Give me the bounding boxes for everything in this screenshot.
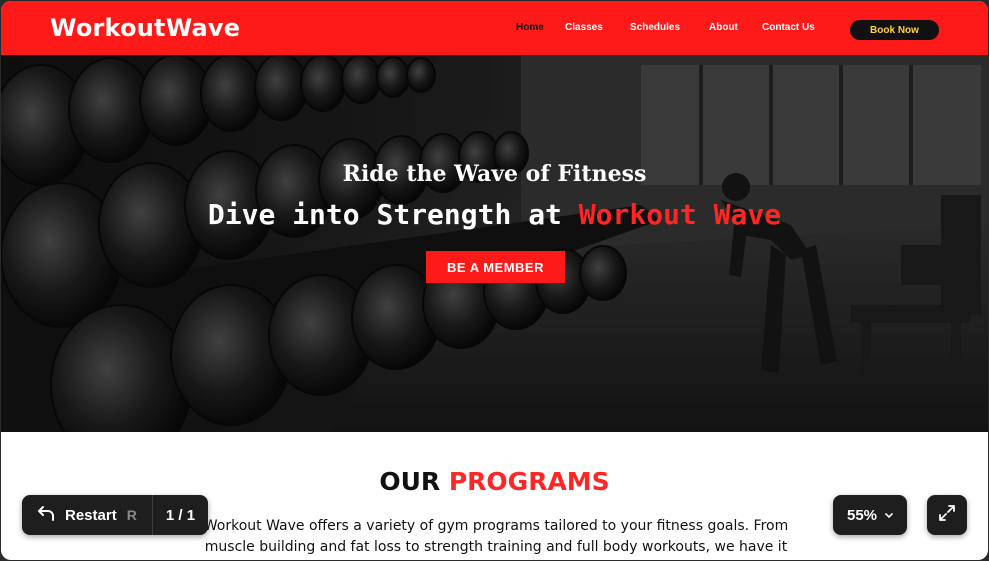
page-indicator: 1 / 1	[165, 506, 196, 524]
nav-link-home[interactable]: Home	[516, 22, 544, 33]
zoom-level: 55%	[846, 506, 878, 524]
expand-icon	[938, 504, 956, 527]
zoom-select[interactable]: 55%	[833, 495, 907, 535]
browser-frame: WorkoutWave Home Classes Schedules About…	[1, 1, 988, 560]
hero-title-accent: Workout Wave	[578, 198, 782, 231]
chevron-down-icon	[885, 506, 893, 524]
be-a-member-button[interactable]: BE A MEMBER	[426, 251, 565, 283]
hero-section: Ride the Wave of Fitness Dive into Stren…	[1, 55, 988, 432]
book-now-button[interactable]: Book Now	[850, 20, 939, 40]
programs-heading-prefix: OUR	[379, 467, 449, 496]
fullscreen-button[interactable]	[927, 495, 967, 535]
hero-title: Dive into Strength at Workout Wave	[1, 198, 988, 231]
undo-arrow-icon	[37, 505, 55, 526]
nav-link-schedules[interactable]: Schedules	[630, 22, 680, 33]
hero-dark-overlay	[1, 55, 988, 432]
brand-logo[interactable]: WorkoutWave	[50, 14, 240, 42]
restart-shortcut: R	[126, 507, 137, 523]
hero-subtitle: Ride the Wave of Fitness	[342, 161, 647, 187]
restart-label: Restart	[65, 506, 117, 524]
nav-link-contact[interactable]: Contact Us	[762, 22, 815, 33]
nav-link-about[interactable]: About	[709, 22, 738, 33]
nav-link-classes[interactable]: Classes	[565, 22, 603, 33]
programs-description: Workout Wave offers a variety of gym pro…	[203, 518, 789, 555]
restart-control-group: Restart R 1 / 1	[22, 495, 208, 535]
hero-title-prefix: Dive into Strength at	[207, 198, 579, 231]
navbar: WorkoutWave Home Classes Schedules About…	[1, 1, 988, 55]
programs-heading: OUR PROGRAMS	[1, 467, 988, 496]
restart-button[interactable]: Restart R	[22, 495, 152, 535]
programs-heading-accent: PROGRAMS	[448, 467, 610, 496]
